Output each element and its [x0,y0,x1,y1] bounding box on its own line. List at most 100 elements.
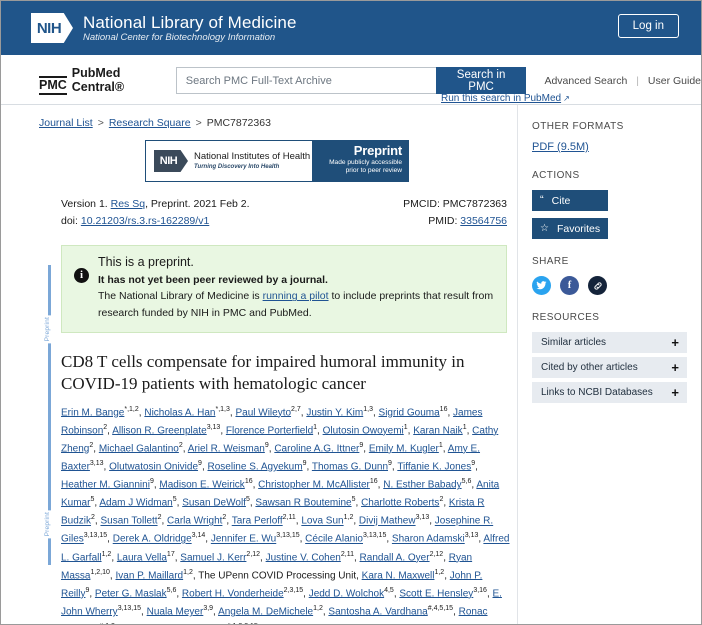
citation-comma: , [145,198,148,210]
twitter-icon[interactable] [532,276,551,295]
preprint-banner-tagline: Turning Discovery Into Health [194,163,280,170]
author-link[interactable]: Michael Galantino [99,443,179,454]
author-link[interactable]: Olutosin Owoyemi [323,425,404,436]
author-link[interactable]: Erin M. Bange [61,407,124,418]
cite-button[interactable]: “ Cite [532,190,608,211]
author-link[interactable]: Kara N. Maxwell [362,570,435,581]
author-affiliation-marker: 1,3 [363,405,373,413]
cite-button-label: Cite [551,194,571,207]
author-affiliation-marker: 3,16 [473,586,487,594]
author-link[interactable]: Roseline S. Agyekum [208,461,303,472]
author-link[interactable]: Thomas G. Dunn [312,461,388,472]
facebook-icon[interactable]: f [560,276,579,295]
author-link[interactable]: Derek A. Oldridge [113,534,192,545]
search-button[interactable]: Search in PMC [435,67,527,95]
resource-label: Links to NCBI Databases [541,387,653,398]
pmcid-label: PMCID: [403,198,440,210]
author-link[interactable]: Scott E. Hensley [399,588,473,599]
author-link[interactable]: Paul Wileyto [235,407,291,418]
pmc-logo[interactable]: PMC PubMed Central® [39,66,154,95]
author-link[interactable]: Cécile Alanio [305,534,363,545]
author-link[interactable]: Nicholas A. Han [144,407,215,418]
publication-type: Preprint. [150,198,191,210]
author-link[interactable]: Ariel R. Weisman [188,443,265,454]
login-button[interactable]: Log in [617,14,679,38]
author-link[interactable]: Ivan P. Maillard [115,570,183,581]
author-link[interactable]: Sharon Adamski [392,534,465,545]
author-group-name: The UPenn COVID Processing Unit [198,569,357,581]
expand-icon: + [671,385,679,400]
doi-link[interactable]: 10.21203/rs.3.rs-162289/v1 [81,215,209,227]
content-area: Journal List > Research Square > PMC7872363 … [1,105,701,624]
resource-links-to-ncbi-databases[interactable]: Links to NCBI Databases + [532,382,687,403]
browser-page: NIH National Library of Medicine Nationa… [0,0,702,625]
author-affiliation-marker: 2,11 [340,550,354,558]
author-link[interactable]: Tiffanie K. Jones [397,461,471,472]
resource-cited-by-other-articles[interactable]: Cited by other articles + [532,357,687,378]
doi-label: doi: [61,215,78,228]
author-affiliation-marker: 5,6 [461,478,472,486]
nih-mark-icon: NIH [154,150,188,172]
author-affiliation-marker: 1,2 [434,568,445,576]
author-link[interactable]: Sigrid Gouma [379,407,440,418]
advanced-search-link[interactable]: Advanced Search [544,75,627,87]
user-guide-link[interactable]: User Guide [648,75,701,87]
author-link[interactable]: Susan Tollett [100,516,157,527]
author-link[interactable]: Nuala Meyer [147,606,204,617]
pmid-link[interactable]: 33564756 [460,215,507,227]
pmcid-value: PMC7872363 [442,198,507,210]
pdf-download-link[interactable]: PDF (9.5M) [532,141,589,153]
author-affiliation-marker: 2,11 [282,514,296,522]
author-link[interactable]: Santosha A. Vardhana [328,606,427,617]
author-link[interactable]: Susan DeWolf [182,497,246,508]
author-link[interactable]: Samuel J. Kerr [180,552,246,563]
author-link[interactable]: Florence Porterfield [226,425,313,436]
author-affiliation-marker: 2,7 [291,405,301,413]
author-link[interactable]: Jedd D. Wolchok [309,588,384,599]
author-link[interactable]: Allison R. Greenplate [112,425,207,436]
external-link-icon: ↗ [563,94,570,103]
publication-date: 2021 Feb 2. [193,198,250,210]
running-a-pilot-link[interactable]: running a pilot [263,290,329,302]
author-link[interactable]: Justin Y. Kim [306,407,363,418]
permalink-icon[interactable] [588,276,607,295]
journal-link[interactable]: Res Sq [111,198,145,210]
author-link[interactable]: Sawsan R Boutemine [255,497,351,508]
breadcrumb-separator: > [97,117,104,129]
author-link[interactable]: Charlotte Roberts [361,497,439,508]
breadcrumb-item-journal-list[interactable]: Journal List [39,117,93,129]
author-link[interactable]: Peter G. Maslak [95,588,167,599]
author-affiliation-marker: *,1,2 [124,405,139,413]
author-link[interactable]: Olutwatosin Onivide [109,461,198,472]
author-link[interactable]: N. Esther Babady [383,479,461,490]
article-title: CD8 T cells compensate for impaired humo… [61,352,465,393]
author-link[interactable]: Carla Wright [167,516,222,527]
author-link[interactable]: Angela M. DeMichele [218,606,313,617]
preprint-notice: i This is a preprint. It has not yet bee… [61,244,507,334]
author-link[interactable]: Laura Vella [117,552,167,563]
author-link[interactable]: Justine V. Cohen [266,552,341,563]
author-affiliation-marker: 3,13 [206,423,221,431]
author-link[interactable]: Caroline A.G. Ittner [274,443,359,454]
author-link[interactable]: Karan Naik [413,425,462,436]
nih-logo[interactable]: NIH National Library of Medicine Nationa… [31,13,297,44]
author-link[interactable]: Divij Mathew [359,516,416,527]
author-link[interactable]: Robert H. Vonderheide [182,588,284,599]
link-separator: | [636,74,639,87]
author-link[interactable]: Adam J Widman [99,497,172,508]
author-link[interactable]: Tara Perloff [232,516,283,527]
run-search-in-pubmed-link[interactable]: Run this search in PubMed [441,93,561,104]
expand-icon: + [671,335,679,350]
author-link[interactable]: Emily M. Kugler [369,443,439,454]
author-link[interactable]: Randall A. Oyer [360,552,430,563]
breadcrumb-item-research-square[interactable]: Research Square [109,117,191,129]
author-link[interactable]: Lova Sun [301,516,343,527]
author-link[interactable]: Madison E. Weirick [159,479,244,490]
author-link[interactable]: Jennifer E. Wu [211,534,276,545]
search-input[interactable] [175,67,436,95]
favorites-button[interactable]: ☆ Favorites [532,218,608,239]
preprint-banner-note-2: prior to peer review [345,166,402,174]
author-link[interactable]: Heather M. Giannini [61,479,150,490]
resource-similar-articles[interactable]: Similar articles + [532,332,687,353]
author-link[interactable]: Christopher M. McAllister [258,479,370,490]
